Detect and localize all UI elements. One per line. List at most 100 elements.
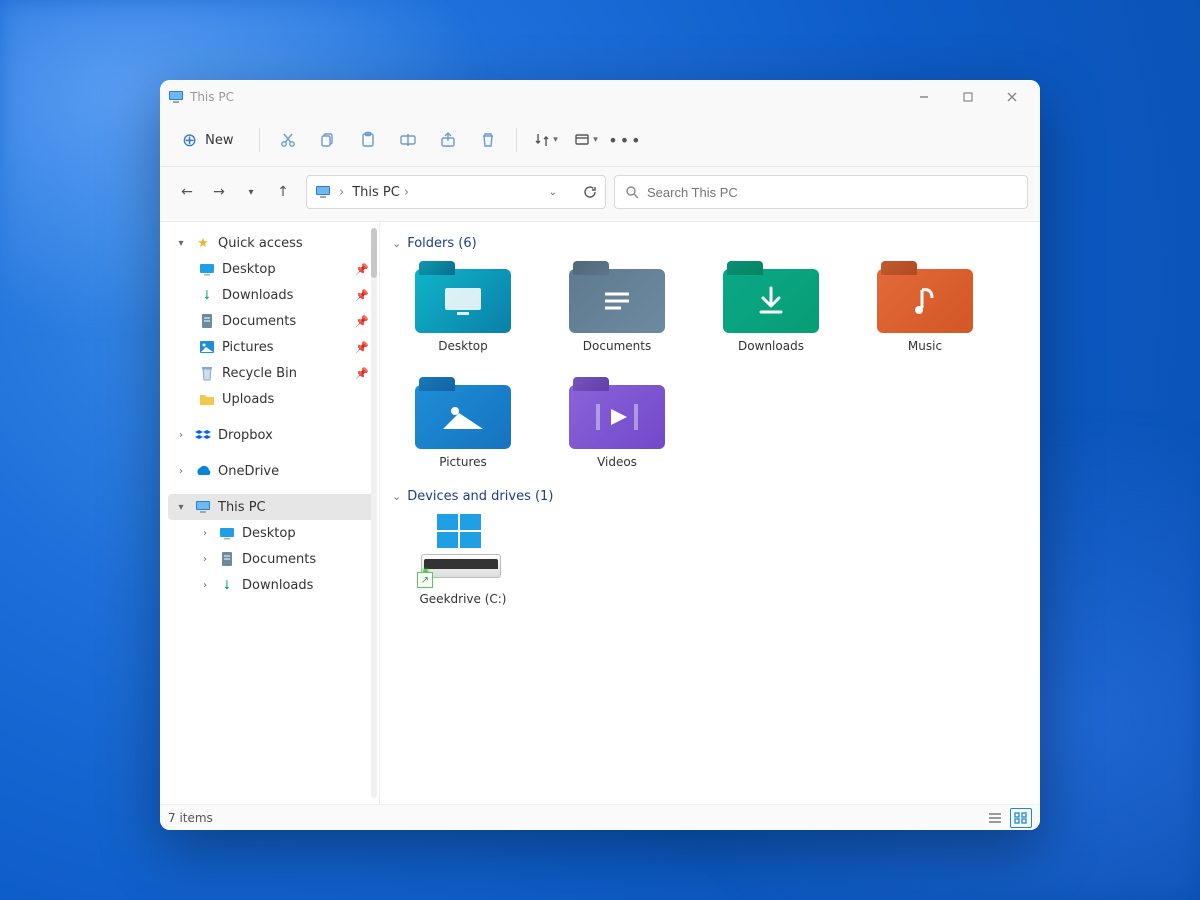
shortcut-overlay-icon: ↗	[417, 572, 433, 588]
onedrive-icon	[194, 462, 212, 480]
folder-music[interactable]: Music	[860, 261, 990, 353]
sidebar-item-label: Pictures	[222, 340, 349, 355]
more-button[interactable]: •••	[607, 122, 643, 158]
maximize-button[interactable]	[948, 83, 988, 111]
sidebar-item-pictures[interactable]: Pictures 📌	[168, 334, 375, 360]
folder-documents[interactable]: Documents	[552, 261, 682, 353]
delete-button[interactable]	[470, 122, 506, 158]
folder-downloads[interactable]: Downloads	[706, 261, 836, 353]
chevron-right-icon: ›	[198, 554, 212, 565]
recycle-bin-icon	[198, 364, 216, 382]
breadcrumb-label: This PC	[352, 185, 400, 200]
cut-button[interactable]	[270, 122, 306, 158]
minimize-button[interactable]	[904, 83, 944, 111]
chevron-down-icon: ▾	[174, 502, 188, 513]
section-header-label: Devices and drives (1)	[407, 489, 553, 504]
pictures-icon	[415, 385, 511, 449]
status-text: 7 items	[168, 811, 213, 825]
sidebar-item-desktop[interactable]: Desktop 📌	[168, 256, 375, 282]
drives-grid: ↗ Geekdrive (C:)	[392, 514, 1028, 620]
sidebar-item-label: This PC	[218, 500, 369, 515]
recent-locations-button[interactable]: ▾	[236, 177, 266, 207]
search-box[interactable]	[614, 175, 1028, 209]
drive-c[interactable]: ↗ Geekdrive (C:)	[398, 514, 528, 606]
section-header-drives[interactable]: ⌄ Devices and drives (1)	[392, 483, 1028, 514]
chevron-down-icon: ▾	[593, 135, 598, 145]
sidebar: ▾ ★ Quick access Desktop 📌 ⭣ Downloads 📌…	[160, 222, 380, 804]
breadcrumb[interactable]: This PC ›	[352, 185, 409, 200]
sidebar-item-label: Downloads	[242, 578, 369, 593]
back-button[interactable]: ←	[172, 177, 202, 207]
pin-icon: 📌	[355, 289, 369, 302]
rename-button[interactable]	[390, 122, 426, 158]
paste-button[interactable]	[350, 122, 386, 158]
dropbox-icon	[194, 426, 212, 444]
this-pc-icon	[194, 498, 212, 516]
desktop-icon	[198, 260, 216, 278]
close-button[interactable]	[992, 83, 1032, 111]
separator	[516, 128, 517, 152]
sidebar-item-recycle-bin[interactable]: Recycle Bin 📌	[168, 360, 375, 386]
chevron-right-icon: ›	[198, 580, 212, 591]
sidebar-item-documents[interactable]: Documents 📌	[168, 308, 375, 334]
folders-grid: Desktop Documents Downloads Music Pictur…	[392, 261, 1028, 483]
icons-view-button[interactable]	[1010, 808, 1032, 828]
folder-pictures[interactable]: Pictures	[398, 377, 528, 469]
sidebar-item-downloads[interactable]: › ⭣ Downloads	[168, 572, 375, 598]
sidebar-item-quick-access[interactable]: ▾ ★ Quick access	[168, 230, 375, 256]
chevron-right-icon: ›	[198, 528, 212, 539]
sidebar-item-documents[interactable]: › Documents	[168, 546, 375, 572]
section-header-label: Folders (6)	[407, 236, 477, 251]
ellipsis-icon: •••	[608, 131, 642, 150]
tile-label: Pictures	[439, 455, 487, 469]
documents-icon	[218, 550, 236, 568]
sidebar-item-this-pc[interactable]: ▾ This PC	[168, 494, 375, 520]
new-button[interactable]: ⊕ New	[172, 124, 249, 157]
pin-icon: 📌	[355, 315, 369, 328]
search-icon	[625, 185, 639, 199]
this-pc-icon	[315, 185, 331, 199]
tile-label: Downloads	[738, 339, 804, 353]
window-title: This PC	[190, 90, 234, 104]
pin-icon: 📌	[355, 341, 369, 354]
sidebar-item-dropbox[interactable]: › Dropbox	[168, 422, 375, 448]
sidebar-item-onedrive[interactable]: › OneDrive	[168, 458, 375, 484]
address-bar[interactable]: › This PC › ⌄	[306, 175, 606, 209]
downloads-icon: ⭣	[218, 576, 236, 594]
chevron-down-icon: ▾	[553, 135, 558, 145]
sidebar-item-label: Uploads	[222, 392, 369, 407]
view-button[interactable]: ▾	[567, 122, 603, 158]
tile-label: Desktop	[438, 339, 488, 353]
documents-icon	[198, 312, 216, 330]
search-input[interactable]	[647, 185, 1017, 200]
sidebar-item-label: Dropbox	[218, 428, 369, 443]
section-header-folders[interactable]: ⌄ Folders (6)	[392, 230, 1028, 261]
sidebar-item-label: Desktop	[242, 526, 369, 541]
share-button[interactable]	[430, 122, 466, 158]
chevron-down-icon[interactable]: ⌄	[549, 187, 557, 198]
sidebar-item-uploads[interactable]: Uploads	[168, 386, 375, 412]
copy-button[interactable]	[310, 122, 346, 158]
body: ▾ ★ Quick access Desktop 📌 ⭣ Downloads 📌…	[160, 222, 1040, 804]
folder-desktop[interactable]: Desktop	[398, 261, 528, 353]
pictures-icon	[198, 338, 216, 356]
sidebar-item-label: Documents	[222, 314, 349, 329]
sort-button[interactable]: ▾	[527, 122, 563, 158]
documents-icon	[569, 269, 665, 333]
forward-button[interactable]: →	[204, 177, 234, 207]
downloads-icon	[723, 269, 819, 333]
folder-videos[interactable]: Videos	[552, 377, 682, 469]
scrollbar-thumb[interactable]	[371, 228, 377, 278]
sidebar-item-desktop[interactable]: › Desktop	[168, 520, 375, 546]
up-button[interactable]: ↑	[268, 177, 298, 207]
desktop-icon	[218, 524, 236, 542]
sidebar-item-downloads[interactable]: ⭣ Downloads 📌	[168, 282, 375, 308]
chevron-down-icon: ▾	[174, 238, 188, 249]
breadcrumb-separator: ›	[339, 185, 344, 200]
refresh-button[interactable]	[583, 185, 597, 199]
details-view-button[interactable]	[984, 808, 1006, 828]
nav-row: ← → ▾ ↑ › This PC › ⌄	[160, 167, 1040, 222]
sidebar-item-label: Downloads	[222, 288, 349, 303]
sidebar-item-label: Recycle Bin	[222, 366, 349, 381]
sidebar-item-label: Quick access	[218, 236, 369, 251]
